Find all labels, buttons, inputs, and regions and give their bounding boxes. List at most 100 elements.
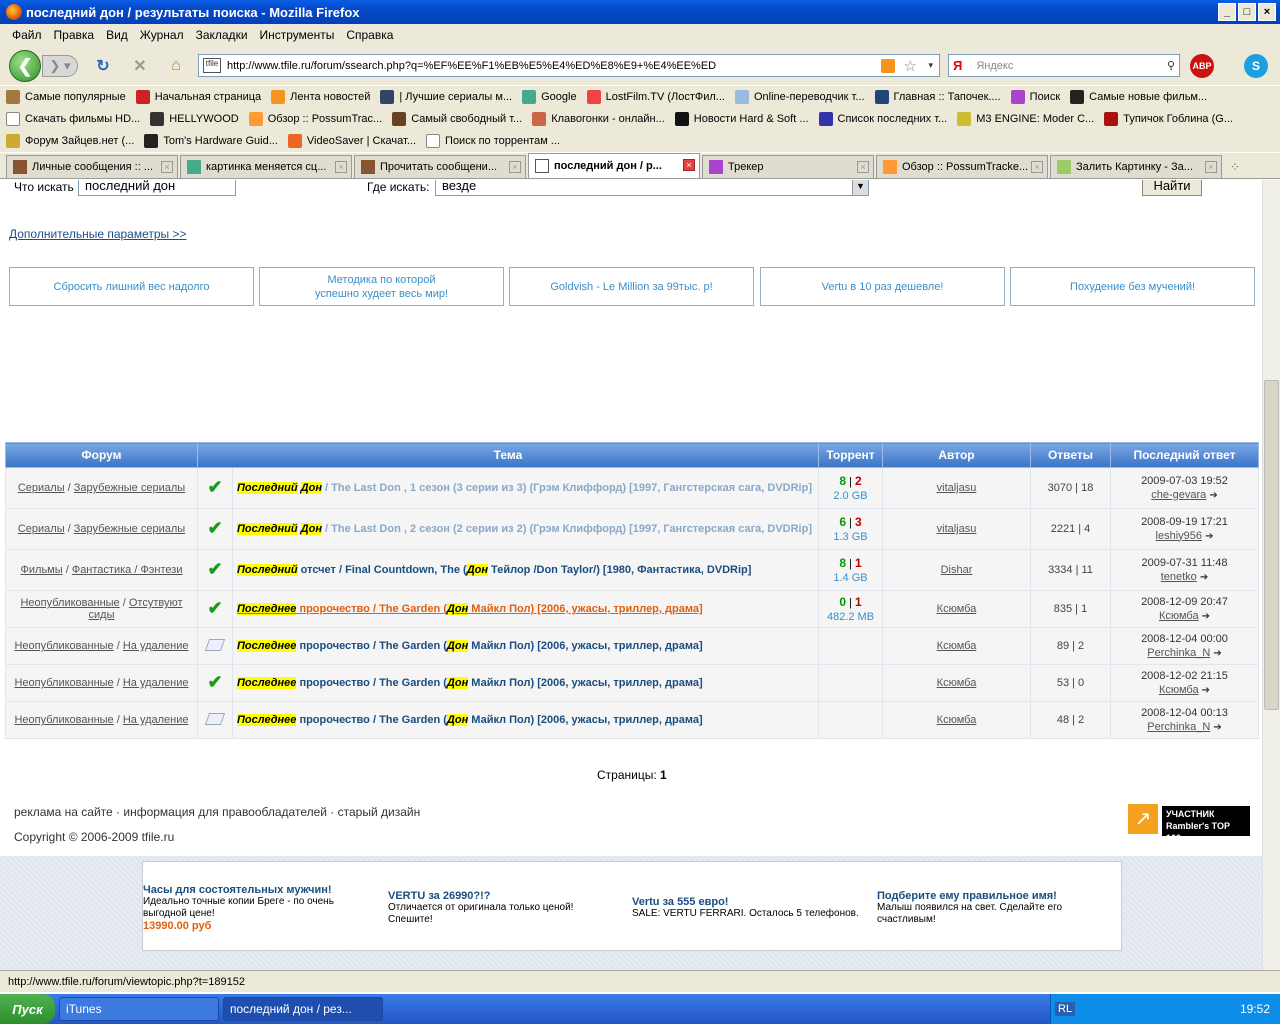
goto-post-icon[interactable]: ➔ bbox=[1209, 490, 1217, 501]
ad-link[interactable]: Vertu в 10 раз дешевле! bbox=[760, 267, 1005, 306]
tab-upload-image[interactable]: Залить Картинку - За... × bbox=[1050, 155, 1222, 178]
topic-cell[interactable]: Последний отсчет / Final Countdown, The … bbox=[232, 549, 819, 591]
topic-cell[interactable]: Последний Дон / The Last Don , 1 сезон (… bbox=[232, 467, 819, 509]
author-link[interactable]: vitaljasu bbox=[937, 523, 977, 535]
minimize-button[interactable]: _ bbox=[1218, 3, 1236, 21]
tab-search-results[interactable]: последний дон / р... × bbox=[528, 153, 700, 178]
tab-list-icon[interactable]: ⁘ bbox=[1226, 160, 1244, 178]
goto-post-icon[interactable]: ➔ bbox=[1213, 722, 1221, 733]
chevron-down-icon[interactable]: ▾ bbox=[928, 60, 933, 71]
menu-file[interactable]: Файл bbox=[6, 28, 48, 42]
vertical-scrollbar[interactable] bbox=[1262, 180, 1280, 970]
goto-post-icon[interactable]: ➔ bbox=[1205, 531, 1213, 542]
bookmark-item[interactable]: Главная :: Тапочек.... bbox=[874, 90, 1001, 104]
topic-cell[interactable]: Последнее пророчество / The Garden (Дон … bbox=[232, 701, 819, 739]
bookmark-item[interactable]: Самый свободный т... bbox=[392, 112, 522, 126]
bookmark-item[interactable]: | Лучшие сериалы м... bbox=[380, 90, 512, 104]
menu-history[interactable]: Журнал bbox=[134, 28, 190, 42]
stop-icon[interactable]: ✕ bbox=[130, 56, 150, 76]
last-reply-author[interactable]: Perchinka_N bbox=[1147, 721, 1210, 733]
bookmark-item[interactable]: Клавогонки - онлайн... bbox=[532, 112, 665, 126]
footer-links[interactable]: реклама на сайте · информация для правоо… bbox=[14, 805, 420, 819]
col-topic[interactable]: Тема bbox=[197, 442, 819, 468]
arrow-icon[interactable]: ↗ bbox=[1128, 804, 1158, 834]
author-link[interactable]: Ксюмба bbox=[937, 714, 977, 726]
bookmark-item[interactable]: Online-переводчик т... bbox=[734, 90, 865, 104]
menu-edit[interactable]: Правка bbox=[48, 28, 101, 42]
menu-help[interactable]: Справка bbox=[340, 28, 399, 42]
col-answers[interactable]: Ответы bbox=[1030, 442, 1111, 468]
close-button[interactable]: × bbox=[1258, 3, 1276, 21]
bookmark-item[interactable]: Google bbox=[522, 90, 577, 104]
adblock-icon[interactable]: ABP bbox=[1190, 54, 1214, 78]
start-button[interactable]: Пуск bbox=[0, 994, 55, 1024]
col-forum[interactable]: Форум bbox=[5, 442, 198, 468]
menu-tools[interactable]: Инструменты bbox=[254, 28, 341, 42]
task-itunes[interactable]: iTunes bbox=[59, 997, 219, 1021]
forum-link[interactable]: Неопубликованные bbox=[14, 714, 113, 726]
find-button[interactable]: Найти bbox=[1142, 180, 1202, 196]
topic-cell[interactable]: Последнее пророчество / The Garden (Дон … bbox=[232, 590, 819, 628]
topic-cell[interactable]: Последнее пророчество / The Garden (Дон … bbox=[232, 664, 819, 702]
scrollbar-thumb[interactable] bbox=[1264, 380, 1279, 710]
tab-read-message[interactable]: Прочитать сообщени... × bbox=[354, 155, 526, 178]
task-firefox[interactable]: последний дон / рез... bbox=[223, 997, 383, 1021]
chevron-down-icon[interactable]: ▼ bbox=[852, 180, 868, 195]
search-icon[interactable]: ⚲ bbox=[1167, 59, 1175, 72]
bookmark-item[interactable]: Форум Зайцев.нет (... bbox=[6, 134, 134, 148]
forum-link[interactable]: Фильмы bbox=[21, 564, 63, 576]
bottom-ad[interactable]: Подберите ему правильное имя! Малыш появ… bbox=[877, 890, 1107, 926]
ad-link[interactable]: Сбросить лишний вес надолго bbox=[9, 267, 254, 306]
bookmark-item[interactable]: Самые новые фильм... bbox=[1070, 90, 1207, 104]
author-link[interactable]: Ксюмба bbox=[937, 677, 977, 689]
col-author[interactable]: Автор bbox=[882, 442, 1031, 468]
forum-link[interactable]: Сериалы bbox=[18, 482, 65, 494]
search-input[interactable]: Я Яндекс ⚲ bbox=[948, 54, 1180, 77]
bookmark-item[interactable]: Начальная страница bbox=[135, 90, 261, 104]
subforum-link[interactable]: На удаление bbox=[123, 640, 189, 652]
back-button[interactable]: ❮ bbox=[9, 50, 41, 82]
bookmark-item[interactable]: Tom's Hardware Guid... bbox=[144, 134, 278, 148]
ad-link[interactable]: Методика по которой успешно худеет весь … bbox=[259, 267, 504, 306]
last-reply-author[interactable]: Perchinka_N bbox=[1147, 647, 1210, 659]
subforum-link[interactable]: На удаление bbox=[123, 677, 189, 689]
tab-picture[interactable]: картинка меняется сц... × bbox=[180, 155, 352, 178]
rss-icon[interactable] bbox=[881, 58, 895, 73]
current-page[interactable]: 1 bbox=[660, 768, 667, 782]
bookmark-item[interactable]: Самые популярные bbox=[6, 90, 126, 104]
advanced-options-link[interactable]: Дополнительные параметры >> bbox=[9, 227, 187, 241]
last-reply-author[interactable]: Ксюмба bbox=[1159, 684, 1199, 696]
goto-post-icon[interactable]: ➔ bbox=[1200, 572, 1208, 583]
subforum-link[interactable]: Фантастика / Фэнтези bbox=[72, 564, 183, 576]
last-reply-author[interactable]: che-gevara bbox=[1151, 489, 1206, 501]
topic-cell[interactable]: Последний Дон / The Last Don , 2 сезон (… bbox=[232, 508, 819, 550]
bookmark-item[interactable]: Тупичок Гоблина (G... bbox=[1104, 112, 1233, 126]
yandex-icon[interactable]: Я bbox=[953, 58, 962, 73]
home-icon[interactable]: ⌂ bbox=[166, 56, 186, 76]
goto-post-icon[interactable]: ➔ bbox=[1213, 648, 1221, 659]
bookmark-item[interactable]: HELLYWOOD bbox=[150, 112, 239, 126]
author-link[interactable]: Ксюмба bbox=[937, 640, 977, 652]
bottom-ad[interactable]: Vertu за 555 евро! SALE: VERTU FERRARI. … bbox=[632, 896, 872, 920]
star-icon[interactable]: ☆ bbox=[904, 57, 917, 75]
last-reply-author[interactable]: leshiy956 bbox=[1156, 530, 1202, 542]
rambler-counter[interactable]: УЧАСТНИК Rambler's TOP 100 bbox=[1162, 806, 1250, 843]
bookmark-item[interactable]: LostFilm.TV (ЛостФил... bbox=[586, 90, 725, 104]
tab-possum-tracker[interactable]: Обзор :: PossumTracke... × bbox=[876, 155, 1048, 178]
skype-icon[interactable]: S bbox=[1244, 54, 1268, 78]
tab-tracker[interactable]: Трекер × bbox=[702, 155, 874, 178]
subforum-link[interactable]: Зарубежные сериалы bbox=[74, 523, 185, 535]
bookmark-item[interactable]: Лента новостей bbox=[271, 90, 370, 104]
bookmark-item[interactable]: Скачать фильмы HD... bbox=[6, 112, 140, 126]
col-last-reply[interactable]: Последний ответ bbox=[1110, 442, 1259, 468]
ad-link[interactable]: Goldvish - Le Million за 99тыс. р! bbox=[509, 267, 754, 306]
col-torrent[interactable]: Торрент bbox=[818, 442, 883, 468]
language-indicator[interactable]: RL bbox=[1055, 1002, 1076, 1016]
last-reply-author[interactable]: Ксюмба bbox=[1159, 610, 1199, 622]
bookmark-item[interactable]: M3 ENGINE: Moder C... bbox=[957, 112, 1094, 126]
address-bar[interactable]: tfile http://www.tfile.ru/forum/ssearch.… bbox=[198, 54, 940, 77]
where-select[interactable]: везде ▼ bbox=[435, 180, 869, 196]
bookmark-item[interactable]: Список последних т... bbox=[818, 112, 947, 126]
author-link[interactable]: vitaljasu bbox=[937, 482, 977, 494]
forum-link[interactable]: Сериалы bbox=[18, 523, 65, 535]
